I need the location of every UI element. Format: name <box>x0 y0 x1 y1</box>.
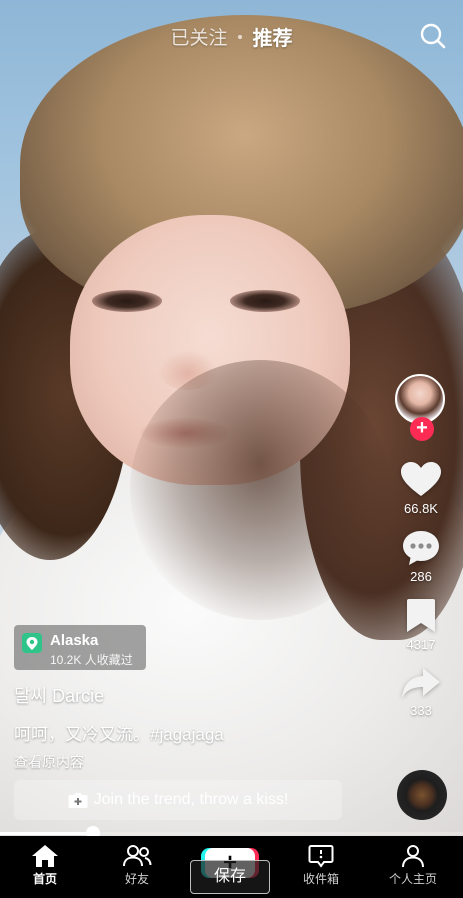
action-rail: + 66.8K 286 4317 333 <box>393 374 449 732</box>
video-progress-fill <box>0 832 93 835</box>
tiktok-feed-screen: 已关注 推荐 + 66.8K 286 4317 333 Alaska 10.2K… <box>0 0 463 898</box>
bottom-tab-bar: 首页 好友 + 保存 收件箱 <box>0 836 463 898</box>
video-progress-bar[interactable] <box>0 826 463 840</box>
author-name[interactable]: 달씨 Darcie <box>14 682 104 708</box>
bookmark-icon <box>407 599 435 632</box>
heart-icon <box>401 462 441 496</box>
comment-action[interactable]: 286 <box>393 530 449 584</box>
view-original-link[interactable]: 查看原内容 <box>14 752 84 772</box>
share-icon <box>402 668 440 698</box>
location-name: Alaska <box>50 632 99 649</box>
comment-icon <box>403 531 439 565</box>
join-trend-button[interactable]: Join the trend, throw a kiss! <box>14 780 342 820</box>
tab-separator-dot <box>238 34 242 39</box>
create-area: + 保存 <box>0 836 463 898</box>
share-count: 333 <box>410 703 432 718</box>
author-avatar-wrap: + <box>395 374 447 441</box>
top-nav: 已关注 推荐 <box>0 22 463 51</box>
comment-count: 286 <box>410 569 432 584</box>
share-action[interactable]: 333 <box>393 666 449 718</box>
video-eye-right <box>230 290 300 312</box>
follow-button[interactable]: + <box>410 417 434 441</box>
save-button[interactable]: 保存 <box>190 860 270 894</box>
location-chip[interactable]: Alaska 10.2K 人收藏过 <box>14 625 146 670</box>
camera-plus-icon <box>68 793 88 808</box>
tab-recommended[interactable]: 推荐 <box>252 22 292 51</box>
like-count: 66.8K <box>404 501 438 516</box>
location-pin-icon <box>22 633 42 653</box>
search-icon[interactable] <box>419 22 447 50</box>
like-action[interactable]: 66.8K <box>393 462 449 516</box>
join-trend-label: Join the trend, throw a kiss! <box>93 791 289 808</box>
favorite-action[interactable]: 4317 <box>393 598 449 652</box>
tab-following[interactable]: 已关注 <box>171 23 228 50</box>
video-eye-left <box>92 290 162 312</box>
video-hair-strands <box>130 360 390 620</box>
caption-text: 呵呵，又冷又流。 <box>14 725 150 744</box>
music-disc[interactable] <box>397 770 447 820</box>
hashtag-link[interactable]: #jagajaga <box>150 725 224 744</box>
post-caption: 呵呵，又冷又流。#jagajaga <box>14 720 224 745</box>
favorite-count: 4317 <box>406 637 436 652</box>
location-saves: 10.2K 人收藏过 <box>50 653 133 667</box>
